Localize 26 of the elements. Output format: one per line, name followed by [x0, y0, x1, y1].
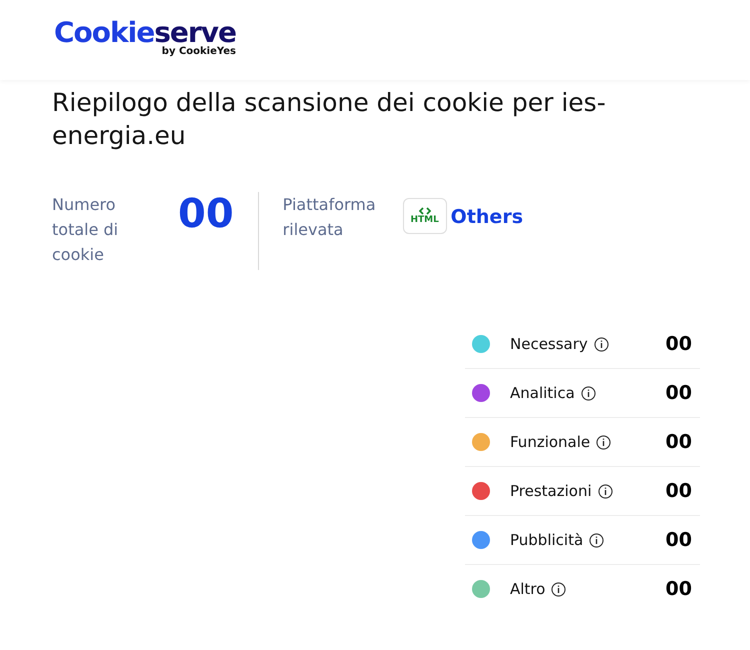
category-name: Funzionale [510, 433, 590, 451]
platform-label: Piattaforma rilevata [282, 194, 377, 241]
category-name: Prestazioni [510, 482, 592, 500]
category-count: 00 [666, 578, 692, 600]
category-count: 00 [666, 333, 692, 355]
info-icon[interactable] [598, 484, 613, 498]
category-count: 00 [666, 382, 692, 404]
total-label: Numero totale di cookie [52, 194, 120, 266]
html-badge: HTML [402, 198, 447, 234]
info-icon[interactable] [596, 434, 612, 450]
info-icon[interactable] [551, 582, 566, 596]
page-title: Riepilogo della scansione dei cookie per ies-energia.eu [52, 87, 607, 152]
category-name: Analitica [510, 384, 575, 402]
category-count: 00 [666, 431, 692, 453]
info-icon[interactable] [594, 336, 609, 352]
info-icon[interactable] [580, 386, 596, 400]
logo-tagline: by CookieYes [162, 46, 236, 57]
category-count: 00 [666, 480, 692, 502]
platform-name: Others [450, 206, 523, 228]
category-name: Necessary [510, 335, 588, 353]
total-count: 00 [178, 190, 234, 238]
category-name: Pubblicità [510, 531, 584, 549]
info-icon[interactable] [589, 532, 604, 548]
code-icon [418, 207, 431, 215]
category-count: 00 [666, 529, 692, 551]
category-name: Altro [510, 580, 546, 598]
